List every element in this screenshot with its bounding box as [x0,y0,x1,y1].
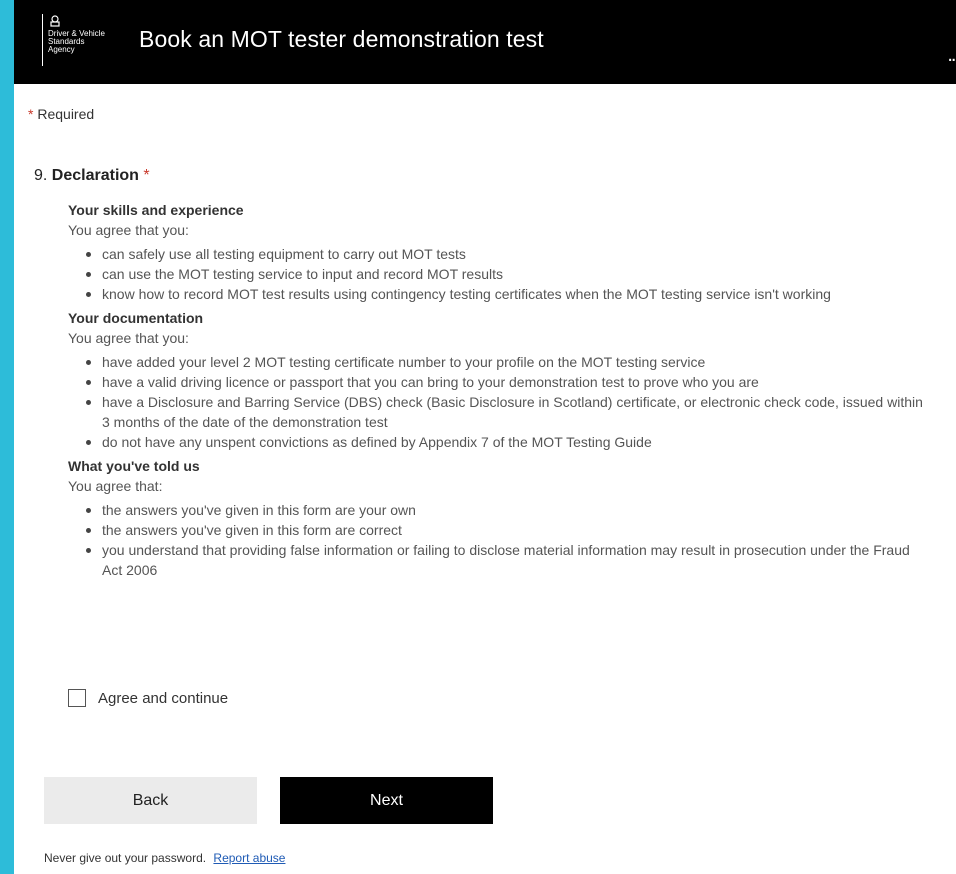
question-required-star: * [143,167,150,184]
royal-crest-icon [50,15,60,27]
list-item: can use the MOT testing service to input… [86,264,928,284]
list-item: have added your level 2 MOT testing cert… [86,352,928,372]
section-intro: You agree that: [68,478,163,494]
footer: Never give out your password. Report abu… [44,851,285,865]
section-title: Your documentation [68,310,204,326]
list-item: you understand that providing false info… [86,540,928,580]
list-item: have a valid driving licence or passport… [86,372,928,392]
more-options-icon[interactable]: ... [947,44,956,67]
report-abuse-link[interactable]: Report abuse [213,851,285,865]
question-heading: 9. Declaration * [34,167,150,185]
required-note: * Required [28,106,94,122]
question-number: 9. [34,167,48,184]
section-list: can safely use all testing equipment to … [68,244,928,304]
declaration-content: Your skills and experience You agree tha… [68,200,928,584]
dvsa-logo: Driver & Vehicle Standards Agency [42,14,122,66]
list-item: the answers you've given in this form ar… [86,520,928,540]
agree-checkbox-row[interactable]: Agree and continue [68,689,228,707]
next-button[interactable]: Next [280,777,493,824]
form-title: Book an MOT tester demonstration test [139,26,544,52]
list-item: have a Disclosure and Barring Service (D… [86,392,928,432]
section-intro: You agree that you: [68,222,189,238]
header-bar: Driver & Vehicle Standards Agency Book a… [14,0,956,84]
agree-checkbox[interactable] [68,689,86,707]
list-item: the answers you've given in this form ar… [86,500,928,520]
section-list: have added your level 2 MOT testing cert… [68,352,928,452]
list-item: can safely use all testing equipment to … [86,244,928,264]
list-item: do not have any unspent convictions as d… [86,432,928,452]
logo-text: Driver & Vehicle Standards Agency [48,29,105,54]
section-title: What you've told us [68,458,200,474]
question-title: Declaration [51,167,139,184]
section-title: Your skills and experience [68,202,244,218]
list-item: know how to record MOT test results usin… [86,284,928,304]
section-list: the answers you've given in this form ar… [68,500,928,580]
form-page: Driver & Vehicle Standards Agency Book a… [14,0,956,874]
required-star: * [28,106,34,122]
required-text: Required [37,106,95,122]
footer-text: Never give out your password. [44,851,207,865]
back-button[interactable]: Back [44,777,257,824]
section-intro: You agree that you: [68,330,189,346]
agree-checkbox-label[interactable]: Agree and continue [98,690,228,707]
